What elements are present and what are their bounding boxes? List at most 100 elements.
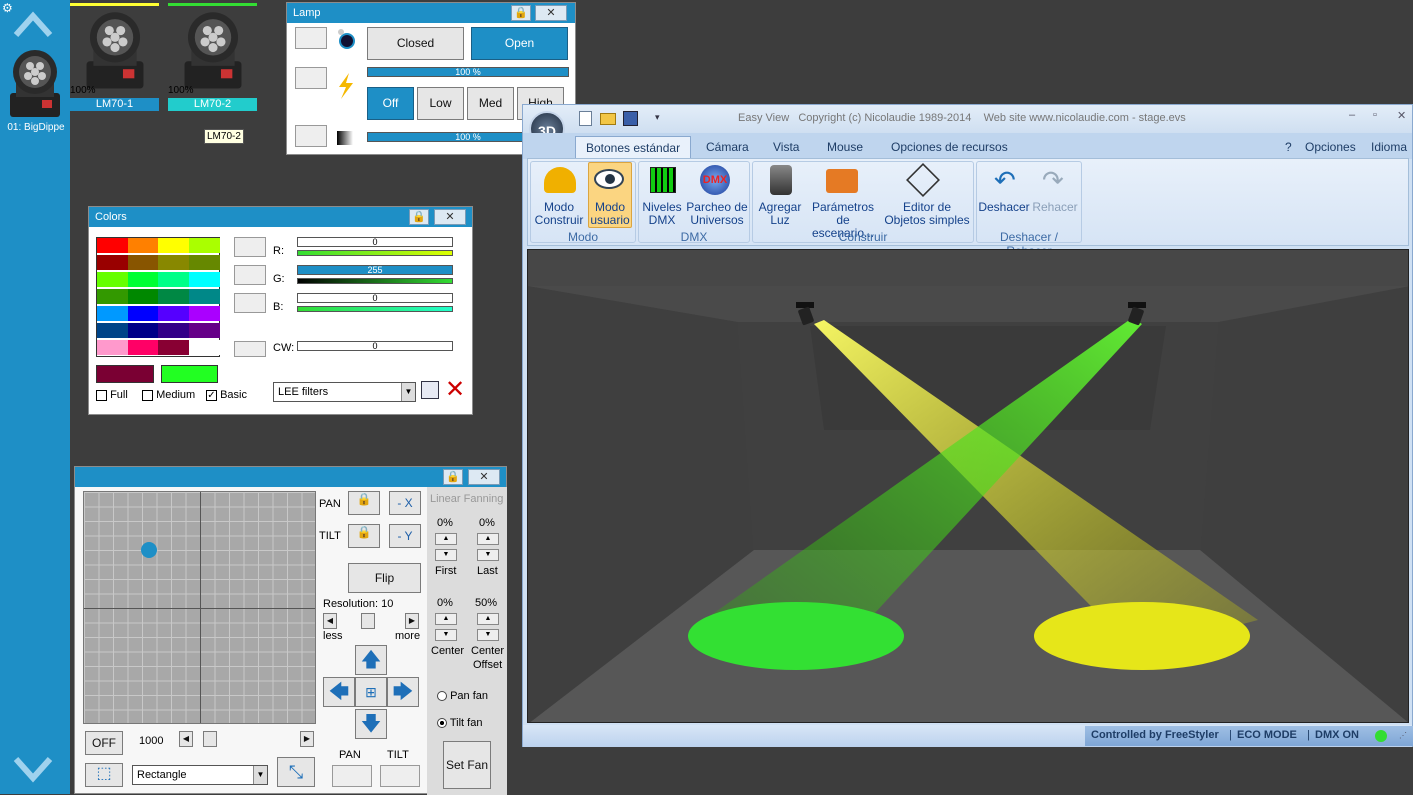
save-icon[interactable] — [421, 381, 439, 399]
open-folder-icon[interactable] — [600, 113, 616, 125]
modo-usuario-button[interactable]: Modo usuario — [586, 201, 634, 227]
parcheo-universos-button[interactable]: Parcheo de Universos — [684, 201, 750, 227]
last-up[interactable]: ▲ — [477, 533, 499, 545]
color-swatch[interactable] — [127, 340, 159, 355]
green-bar[interactable]: 255 — [297, 265, 453, 275]
modo-construir-button[interactable]: Modo Construir — [530, 201, 588, 227]
blue-bar[interactable]: 0 — [297, 293, 453, 303]
resolution-left[interactable]: ◀ — [323, 613, 337, 629]
current-color-a[interactable] — [96, 365, 154, 383]
selection-rect-icon[interactable]: ⬚ — [85, 763, 123, 787]
agregar-luz-button[interactable]: Agregar Luz — [754, 201, 806, 227]
invert-x-button[interactable]: - X — [389, 491, 421, 515]
niveles-dmx-button[interactable]: Niveles DMX — [638, 201, 686, 227]
editor-objetos-button[interactable]: Editor de Objetos simples — [880, 201, 974, 227]
gear-icon[interactable]: ⚙ — [2, 1, 13, 15]
close-icon[interactable]: ✕ — [1397, 109, 1406, 122]
menu-opciones[interactable]: Opciones — [1305, 136, 1356, 158]
quick-access-dropdown-icon[interactable]: ▾ — [655, 112, 660, 123]
color-swatch[interactable] — [97, 306, 128, 321]
chevron-up-icon[interactable] — [13, 10, 53, 38]
stage-3d-viewport[interactable] — [527, 249, 1409, 723]
basic-checkbox[interactable]: ✓ Basic — [206, 389, 247, 401]
minimize-icon[interactable]: – — [1349, 109, 1355, 121]
red-bar[interactable]: 0 — [297, 237, 453, 247]
medium-checkbox[interactable]: Medium — [142, 389, 195, 401]
color-swatch[interactable] — [97, 255, 128, 270]
lock-icon[interactable]: 🔒 — [409, 209, 429, 225]
arrow-right-icon[interactable]: 🡆 — [387, 677, 419, 707]
first-up[interactable]: ▲ — [435, 533, 457, 545]
offset-down[interactable]: ▼ — [477, 629, 499, 641]
last-down[interactable]: ▼ — [477, 549, 499, 561]
strobe-preset-button[interactable] — [295, 125, 327, 147]
lamp-med-button[interactable]: Med — [467, 87, 514, 120]
color-swatch[interactable] — [127, 238, 159, 253]
maximize-icon[interactable]: ▫ — [1373, 109, 1377, 121]
tilt-fan-radio[interactable]: Tilt fan — [437, 717, 482, 729]
close-icon[interactable]: ✕ — [434, 209, 466, 225]
pantilt-xy-pad[interactable] — [83, 491, 316, 724]
speed-slider[interactable]: ◀ ▶ — [179, 731, 316, 747]
color-swatch[interactable] — [188, 289, 220, 304]
center-up[interactable]: ▲ — [435, 613, 457, 625]
color-swatch[interactable] — [158, 238, 189, 253]
tab-camara[interactable]: Cámara — [706, 136, 749, 158]
color-swatch[interactable] — [158, 272, 189, 287]
pantilt-off-button[interactable]: OFF — [85, 731, 123, 755]
tab-vista[interactable]: Vista — [773, 136, 799, 158]
invert-y-button[interactable]: - Y — [389, 524, 421, 548]
center-down[interactable]: ▼ — [435, 629, 457, 641]
resize-grip-icon[interactable]: ⋰ — [1399, 731, 1407, 740]
resolution-slider[interactable]: ◀ ▶ — [323, 613, 421, 629]
menu-help[interactable]: ? — [1285, 136, 1292, 158]
resolution-thumb[interactable] — [361, 613, 375, 629]
new-file-icon[interactable] — [579, 111, 592, 126]
lock-icon[interactable]: 🔒 — [511, 5, 531, 21]
first-down[interactable]: ▼ — [435, 549, 457, 561]
resolution-right[interactable]: ▶ — [405, 613, 419, 629]
color-swatch[interactable] — [97, 323, 128, 338]
arrow-down-icon[interactable]: 🡇 — [355, 709, 387, 739]
color-swatch[interactable] — [97, 289, 128, 304]
color-swatch[interactable] — [127, 272, 159, 287]
pantilt-position-dot[interactable] — [141, 542, 158, 559]
offset-up[interactable]: ▲ — [477, 613, 499, 625]
blue-preset-button[interactable] — [234, 293, 266, 313]
fixture-tile-2[interactable]: 100% LM70-2 — [168, 3, 258, 111]
arrow-up-icon[interactable]: 🡅 — [355, 645, 387, 675]
speed-left[interactable]: ◀ — [179, 731, 193, 747]
rehacer-button[interactable]: Rehacer — [1028, 201, 1082, 214]
save-icon[interactable] — [623, 111, 638, 126]
chevron-down-icon[interactable] — [13, 756, 53, 784]
speed-thumb[interactable] — [203, 731, 217, 747]
color-swatch[interactable] — [97, 238, 128, 253]
delete-icon[interactable]: ✕ — [445, 378, 465, 402]
pan-fan-radio[interactable]: Pan fan — [437, 690, 488, 702]
color-swatch[interactable] — [188, 255, 220, 270]
color-swatch[interactable] — [188, 323, 220, 338]
color-swatch[interactable] — [158, 306, 189, 321]
color-swatch[interactable] — [127, 255, 159, 270]
color-swatch[interactable] — [158, 340, 189, 355]
current-color-b[interactable] — [161, 365, 218, 383]
filter-select[interactable]: LEE filters ▼ — [273, 382, 416, 402]
color-swatch[interactable] — [97, 340, 128, 355]
pan-value-box[interactable] — [332, 765, 372, 787]
color-swatch[interactable] — [188, 238, 220, 253]
shutter-closed-button[interactable]: Closed — [367, 27, 464, 60]
fixture-thumbnail[interactable] — [6, 48, 64, 120]
blue-slider-track[interactable] — [297, 306, 453, 312]
red-slider-track[interactable] — [297, 250, 453, 256]
lamp-low-button[interactable]: Low — [417, 87, 464, 120]
cw-preset-button[interactable] — [234, 341, 266, 357]
close-icon[interactable]: ✕ — [535, 5, 567, 21]
color-swatch[interactable] — [127, 323, 159, 338]
color-swatch[interactable] — [188, 340, 220, 355]
diagonal-arrow-icon[interactable]: ⤡ — [277, 757, 315, 787]
tab-mouse[interactable]: Mouse — [827, 136, 863, 158]
green-preset-button[interactable] — [234, 265, 266, 285]
tilt-value-box[interactable] — [380, 765, 420, 787]
color-swatch[interactable] — [188, 272, 220, 287]
flip-button[interactable]: Flip — [348, 563, 421, 593]
